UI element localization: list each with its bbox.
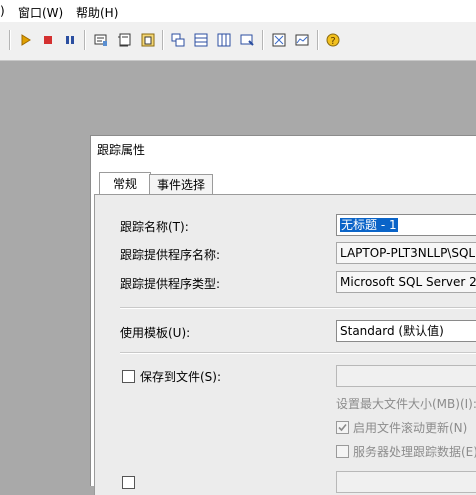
svg-text:?: ? <box>330 36 335 47</box>
separator <box>120 352 476 354</box>
menu-item-help[interactable]: 帮助(H) <box>76 4 118 21</box>
provider-type-field: Microsoft SQL Server 2008 R <box>336 271 476 293</box>
server-process-checkbox[interactable] <box>336 445 349 458</box>
tab-events-selection-label: 事件选择 <box>156 178 205 192</box>
provider-type-label: 跟踪提供程序类型: <box>120 277 221 291</box>
enable-rollover-label: 启用文件滚动更新(N) <box>353 421 468 435</box>
provider-name-value: LAPTOP-PLT3NLLP\SQL20 <box>340 246 476 260</box>
trace-name-label: 跟踪名称(T): <box>120 220 189 234</box>
save-table-input[interactable] <box>336 471 476 493</box>
provider-name-field: LAPTOP-PLT3NLLP\SQL20 <box>336 242 476 264</box>
enable-rollover-checkbox[interactable] <box>336 421 349 434</box>
menu-item-partial[interactable]: ) <box>0 4 5 18</box>
trace-name-input[interactable]: 无标题 - 1 <box>336 214 476 236</box>
provider-name-label: 跟踪提供程序名称: <box>120 248 221 262</box>
windows-icon[interactable] <box>170 32 186 48</box>
columns-icon[interactable] <box>216 32 232 48</box>
run-icon[interactable] <box>18 32 34 48</box>
toolbar-separator <box>317 30 319 50</box>
general-panel: 跟踪名称(T): 无标题 - 1 跟踪提供程序名称: LAPTOP-PLT3NL… <box>94 194 476 495</box>
toolbar-separator <box>162 30 164 50</box>
checkmark-icon <box>338 423 347 432</box>
toolbar-separator <box>84 30 86 50</box>
trace-name-value: 无标题 - 1 <box>340 218 398 232</box>
toolbar-separator <box>262 30 264 50</box>
open-template-icon[interactable] <box>140 32 156 48</box>
pause-icon[interactable] <box>62 32 78 48</box>
menu-item-window[interactable]: 窗口(W) <box>18 4 63 21</box>
help-icon[interactable]: ? <box>325 32 341 48</box>
menu-bar: ) 窗口(W) 帮助(H) <box>0 0 476 23</box>
tab-general-label: 常规 <box>112 177 137 191</box>
toolbar-separator <box>9 30 11 50</box>
template-select[interactable]: Standard (默认值) <box>336 320 476 342</box>
template-icon[interactable] <box>116 32 132 48</box>
template-label: 使用模板(U): <box>120 326 191 340</box>
tab-events-selection[interactable]: 事件选择 <box>149 174 213 195</box>
save-to-file-checkbox[interactable] <box>122 370 135 383</box>
save-to-file-label: 保存到文件(S): <box>140 370 222 384</box>
separator <box>120 307 476 309</box>
provider-type-value: Microsoft SQL Server 2008 R <box>340 275 476 289</box>
template-value: Standard (默认值) <box>340 324 444 338</box>
grid-icon[interactable] <box>193 32 209 48</box>
properties-icon[interactable] <box>93 32 109 48</box>
server-process-label: 服务器处理跟踪数据(E) <box>353 445 476 459</box>
max-file-size-label: 设置最大文件大小(MB)(I): <box>336 397 476 411</box>
toolbar: ? <box>0 22 476 61</box>
dialog-title: 跟踪属性 <box>97 143 146 157</box>
save-to-table-checkbox[interactable] <box>122 476 135 489</box>
chart-icon[interactable] <box>294 32 310 48</box>
events-icon[interactable] <box>239 32 255 48</box>
trace-properties-dialog: 跟踪属性 常规 事件选择 跟踪名称(T): 无标题 - 1 跟踪提供程序名称: … <box>90 135 476 495</box>
tab-general[interactable]: 常规 <box>99 172 151 195</box>
save-file-path-input[interactable] <box>336 365 476 387</box>
table-icon[interactable] <box>271 32 287 48</box>
stop-icon[interactable] <box>40 32 56 48</box>
